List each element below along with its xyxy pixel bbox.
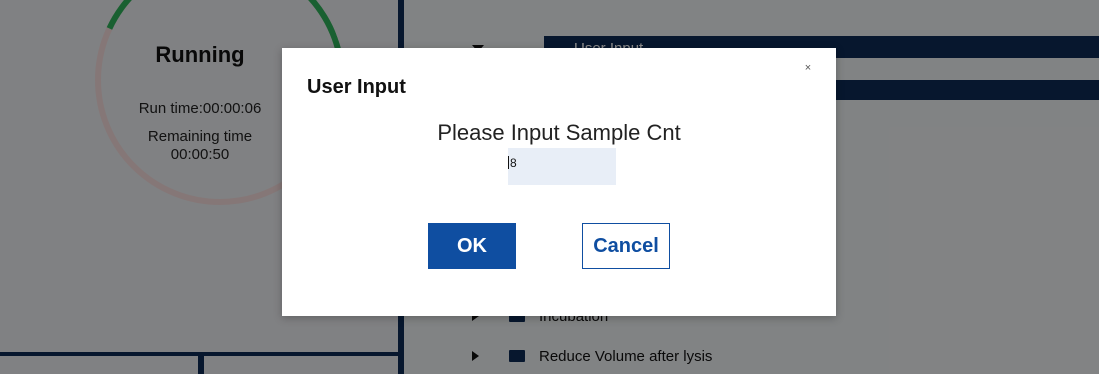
cancel-button[interactable]: Cancel [582, 223, 670, 269]
sample-count-value: 8 [510, 156, 517, 170]
text-caret [508, 156, 509, 169]
close-icon[interactable]: × [800, 60, 816, 76]
dialog-prompt: Please Input Sample Cnt [437, 120, 681, 145]
dialog-title: User Input [307, 76, 406, 98]
sample-count-input[interactable]: 8 [508, 148, 616, 185]
ok-button[interactable]: OK [428, 223, 516, 269]
user-input-dialog: User Input × Please Input Sample Cnt 8 O… [282, 48, 836, 316]
